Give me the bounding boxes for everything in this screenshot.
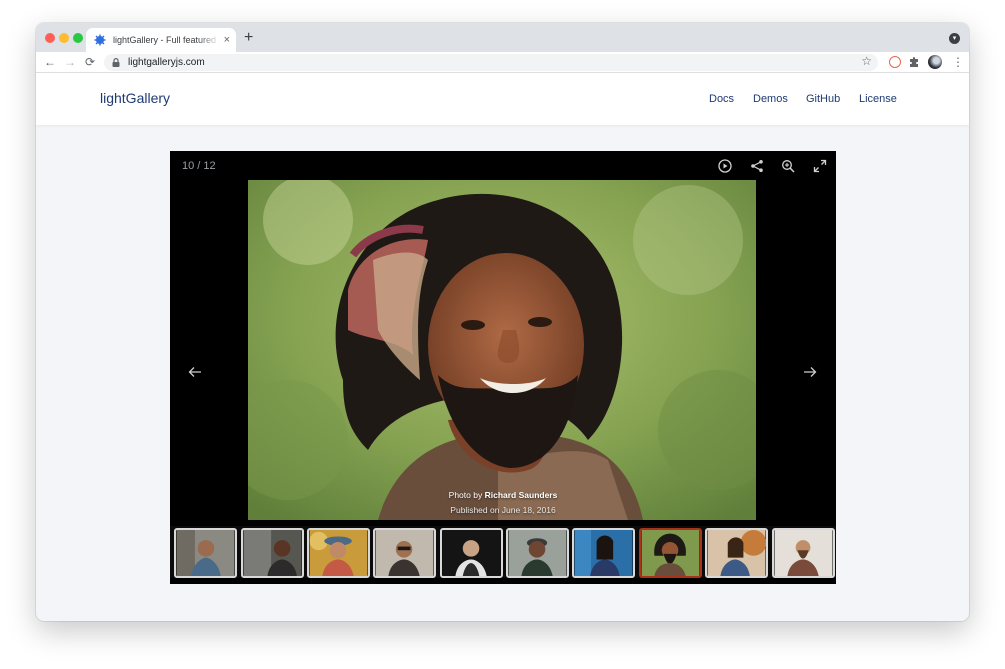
thumbnail-6[interactable] bbox=[506, 528, 569, 578]
lightgallery-favicon-icon bbox=[94, 34, 106, 46]
thumbnail-3[interactable] bbox=[307, 528, 370, 578]
nav-license-link[interactable]: License bbox=[859, 93, 897, 105]
extensions-puzzle-icon[interactable] bbox=[908, 56, 920, 68]
autoplay-icon[interactable] bbox=[718, 159, 732, 173]
lightgallery-viewer: 10 / 12 Photo by Richard Saunders Publis… bbox=[170, 151, 836, 584]
caption-prefix: Photo by bbox=[448, 490, 483, 500]
tab-title: lightGallery - Full featured javascript … bbox=[113, 35, 220, 45]
address-bar[interactable]: lightgalleryjs.com ☆ bbox=[104, 54, 878, 71]
nav-demos-link[interactable]: Demos bbox=[753, 93, 788, 105]
current-slide-image[interactable] bbox=[248, 180, 756, 520]
browser-toolbar: ← → ⟳ lightgalleryjs.com ☆ ⋮ bbox=[36, 52, 969, 73]
tab-search-icon[interactable]: ▾ bbox=[949, 33, 960, 44]
thumbnail-1[interactable] bbox=[174, 528, 237, 578]
bookmark-star-icon[interactable]: ☆ bbox=[861, 54, 872, 68]
browser-tab[interactable]: lightGallery - Full featured javascript … bbox=[86, 28, 236, 52]
site-logo[interactable]: lightGallery bbox=[100, 90, 170, 106]
forward-button[interactable]: → bbox=[64, 55, 76, 69]
thumbnail-8-active[interactable] bbox=[639, 528, 702, 578]
browser-window: lightGallery - Full featured javascript … bbox=[36, 23, 969, 621]
thumbnail-4[interactable] bbox=[373, 528, 436, 578]
profile-avatar[interactable] bbox=[928, 55, 942, 69]
previous-arrow-icon[interactable] bbox=[188, 365, 202, 379]
site-header: lightGallery Docs Demos GitHub License bbox=[36, 73, 969, 125]
thumbnail-5[interactable] bbox=[440, 528, 503, 578]
thumbnail-7[interactable] bbox=[572, 528, 635, 578]
zoom-in-icon[interactable] bbox=[781, 159, 795, 173]
thumbnail-2[interactable] bbox=[241, 528, 304, 578]
caption-author: Richard Saunders bbox=[484, 490, 558, 500]
reload-button[interactable]: ⟳ bbox=[85, 55, 95, 69]
caption-author-line: Photo by Richard Saunders bbox=[170, 490, 836, 500]
share-icon[interactable] bbox=[750, 159, 764, 173]
nav-docs-link[interactable]: Docs bbox=[709, 93, 734, 105]
lock-icon bbox=[112, 58, 120, 67]
thumbnail-strip bbox=[170, 526, 836, 578]
browser-menu-icon[interactable]: ⋮ bbox=[952, 55, 964, 69]
url-text: lightgalleryjs.com bbox=[128, 57, 205, 68]
tab-bar: lightGallery - Full featured javascript … bbox=[36, 23, 969, 52]
back-button[interactable]: ← bbox=[44, 55, 56, 69]
window-close-button[interactable] bbox=[45, 33, 55, 43]
new-tab-button[interactable]: + bbox=[244, 30, 253, 46]
window-maximize-button[interactable] bbox=[73, 33, 83, 43]
extension-timer-icon[interactable] bbox=[889, 56, 901, 68]
next-arrow-icon[interactable] bbox=[803, 365, 817, 379]
window-minimize-button[interactable] bbox=[59, 33, 69, 43]
nav-github-link[interactable]: GitHub bbox=[806, 93, 840, 105]
caption-date: Published on June 18, 2016 bbox=[450, 505, 556, 515]
fullscreen-icon[interactable] bbox=[813, 159, 827, 173]
thumbnail-10[interactable] bbox=[772, 528, 835, 578]
tab-close-icon[interactable]: × bbox=[224, 34, 230, 46]
thumbnail-9[interactable] bbox=[705, 528, 768, 578]
slide-counter: 10 / 12 bbox=[182, 160, 216, 172]
